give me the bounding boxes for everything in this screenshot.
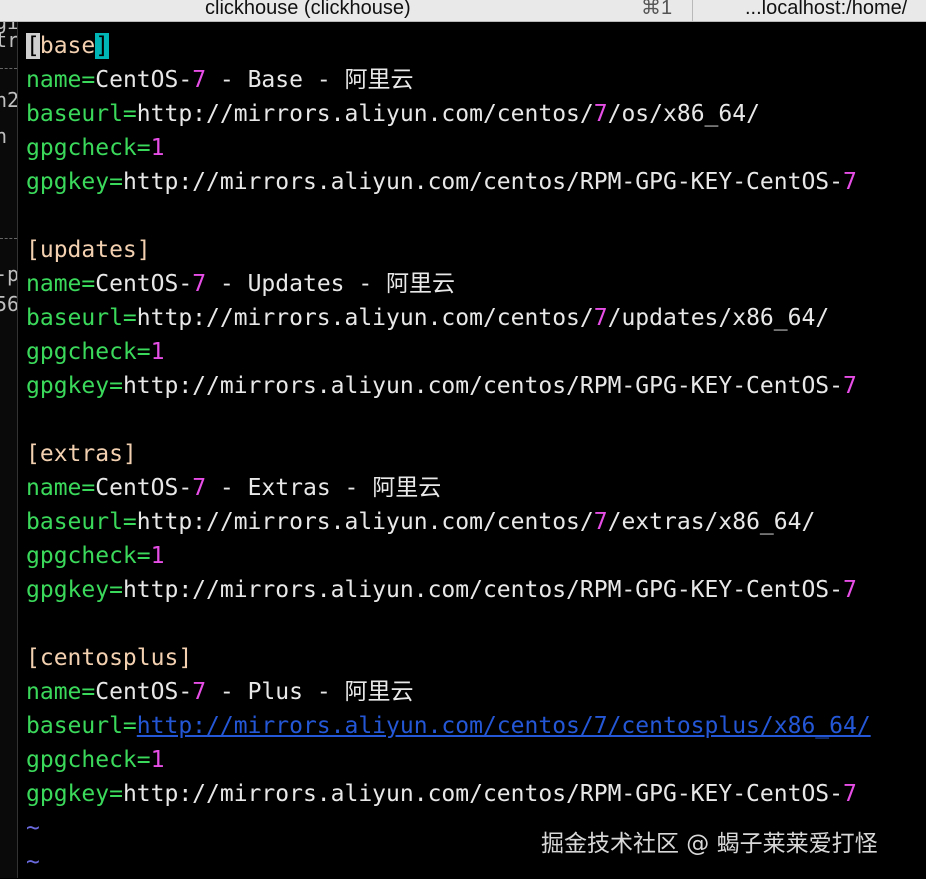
config-number: 7 bbox=[843, 373, 857, 399]
gpgkey-line: gpgkey=http://mirrors.aliyun.com/centos/… bbox=[26, 165, 926, 199]
gpgcheck-line: gpgcheck=1 bbox=[26, 335, 926, 369]
config-number: 7 bbox=[593, 101, 608, 127]
adjacent-pane: gi tr n2 n -p 56 bbox=[0, 22, 17, 878]
config-number: 7 bbox=[192, 67, 207, 93]
config-value: - Plus - 阿里云 bbox=[206, 679, 414, 705]
config-key: gpgcheck= bbox=[26, 339, 151, 365]
name-line: name=CentOS-7 - Extras - 阿里云 bbox=[26, 471, 926, 505]
config-key: gpgkey= bbox=[26, 169, 123, 195]
gpgkey-line: gpgkey=http://mirrors.aliyun.com/centos/… bbox=[26, 777, 926, 811]
url-link[interactable]: http://mirrors.aliyun.com/centos/7/cento… bbox=[137, 713, 871, 739]
section-header-line: [centosplus] bbox=[26, 641, 926, 675]
name-line: name=CentOS-7 - Base - 阿里云 bbox=[26, 63, 926, 97]
baseurl-line: baseurl=http://mirrors.aliyun.com/centos… bbox=[26, 301, 926, 335]
name-line: name=CentOS-7 - Plus - 阿里云 bbox=[26, 675, 926, 709]
config-number: 1 bbox=[150, 135, 165, 161]
section-header-line: [base] bbox=[26, 29, 926, 63]
baseurl-line: baseurl=http://mirrors.aliyun.com/centos… bbox=[26, 709, 926, 743]
tab-title: clickhouse (clickhouse) bbox=[205, 0, 411, 19]
cursor: [ bbox=[26, 33, 40, 59]
tab-clickhouse[interactable]: clickhouse (clickhouse) ⌘1 bbox=[0, 0, 692, 22]
section-header-line: [updates] bbox=[26, 233, 926, 267]
section-header: [updates] bbox=[26, 237, 151, 263]
pane-fragment: -p bbox=[0, 262, 17, 286]
config-value: http://mirrors.aliyun.com/centos/RPM-GPG… bbox=[122, 781, 843, 807]
tab-shortcut: ⌘1 bbox=[641, 0, 673, 19]
config-key: name= bbox=[26, 67, 96, 93]
config-value: http://mirrors.aliyun.com/centos/ bbox=[136, 305, 594, 331]
tab-title: ...localhost:/home/ bbox=[745, 0, 908, 19]
config-key: gpgcheck= bbox=[26, 747, 151, 773]
config-value: http://mirrors.aliyun.com/centos/RPM-GPG… bbox=[122, 577, 843, 603]
config-value: CentOS- bbox=[95, 67, 193, 93]
config-value: - Extras - 阿里云 bbox=[206, 475, 442, 501]
pane-fragment: 56 bbox=[0, 292, 17, 316]
tab-localhost[interactable]: ...localhost:/home/ bbox=[692, 0, 926, 22]
gpgcheck-line: gpgcheck=1 bbox=[26, 743, 926, 777]
config-number: 7 bbox=[843, 577, 857, 603]
config-key: gpgkey= bbox=[26, 373, 123, 399]
config-value: http://mirrors.aliyun.com/centos/ bbox=[136, 101, 594, 127]
config-value: - Updates - 阿里云 bbox=[206, 271, 456, 297]
config-key: gpgkey= bbox=[26, 781, 123, 807]
section-header: [extras] bbox=[26, 441, 137, 467]
config-number: 1 bbox=[150, 747, 165, 773]
config-number: 7 bbox=[192, 475, 207, 501]
config-number: 7 bbox=[593, 305, 608, 331]
config-value: CentOS- bbox=[95, 679, 193, 705]
config-key: gpgcheck= bbox=[26, 543, 151, 569]
baseurl-line: baseurl=http://mirrors.aliyun.com/centos… bbox=[26, 505, 926, 539]
gpgkey-line: gpgkey=http://mirrors.aliyun.com/centos/… bbox=[26, 573, 926, 607]
pane-fragment: tr bbox=[0, 28, 17, 52]
pane-fragment: n bbox=[0, 124, 8, 148]
pane-separator bbox=[0, 238, 17, 239]
gpgkey-line: gpgkey=http://mirrors.aliyun.com/centos/… bbox=[26, 369, 926, 403]
pane-separator bbox=[0, 68, 17, 69]
config-value: CentOS- bbox=[95, 475, 193, 501]
config-value: CentOS- bbox=[95, 271, 193, 297]
matching-bracket: ] bbox=[95, 33, 110, 59]
name-line: name=CentOS-7 - Updates - 阿里云 bbox=[26, 267, 926, 301]
config-number: 7 bbox=[192, 679, 207, 705]
gpgcheck-line: gpgcheck=1 bbox=[26, 131, 926, 165]
config-key: name= bbox=[26, 271, 96, 297]
config-number: 7 bbox=[843, 169, 857, 195]
config-value: /extras/x86_64/ bbox=[607, 509, 816, 535]
config-key: gpgkey= bbox=[26, 577, 123, 603]
pane-divider[interactable] bbox=[17, 22, 18, 878]
config-value: - Base - 阿里云 bbox=[206, 67, 414, 93]
section-header: [centosplus] bbox=[26, 645, 193, 671]
config-number: 7 bbox=[843, 781, 857, 807]
config-value: http://mirrors.aliyun.com/centos/ bbox=[136, 509, 594, 535]
config-key: name= bbox=[26, 475, 96, 501]
pane-fragment: n2 bbox=[0, 88, 17, 112]
config-key: gpgcheck= bbox=[26, 135, 151, 161]
config-key: name= bbox=[26, 679, 96, 705]
config-key: baseurl= bbox=[26, 509, 137, 535]
config-number: 7 bbox=[192, 271, 207, 297]
tab-bar: clickhouse (clickhouse) ⌘1 ...localhost:… bbox=[0, 0, 926, 22]
config-number: 7 bbox=[593, 509, 608, 535]
baseurl-line: baseurl=http://mirrors.aliyun.com/centos… bbox=[26, 97, 926, 131]
config-key: baseurl= bbox=[26, 713, 137, 739]
config-key: baseurl= bbox=[26, 101, 137, 127]
config-value: /updates/x86_64/ bbox=[607, 305, 830, 331]
vim-editor[interactable]: [base] name=CentOS-7 - Base - 阿里云 baseur… bbox=[26, 29, 926, 879]
config-value: http://mirrors.aliyun.com/centos/RPM-GPG… bbox=[122, 373, 843, 399]
config-value: /os/x86_64/ bbox=[607, 101, 760, 127]
watermark: 掘金技术社区 @ 蝎子莱莱爱打怪 bbox=[541, 831, 878, 857]
config-value: http://mirrors.aliyun.com/centos/RPM-GPG… bbox=[122, 169, 843, 195]
section-header: [base] bbox=[26, 33, 110, 59]
config-number: 1 bbox=[150, 339, 165, 365]
config-key: baseurl= bbox=[26, 305, 137, 331]
gpgcheck-line: gpgcheck=1 bbox=[26, 539, 926, 573]
section-header-line: [extras] bbox=[26, 437, 926, 471]
config-number: 1 bbox=[150, 543, 165, 569]
